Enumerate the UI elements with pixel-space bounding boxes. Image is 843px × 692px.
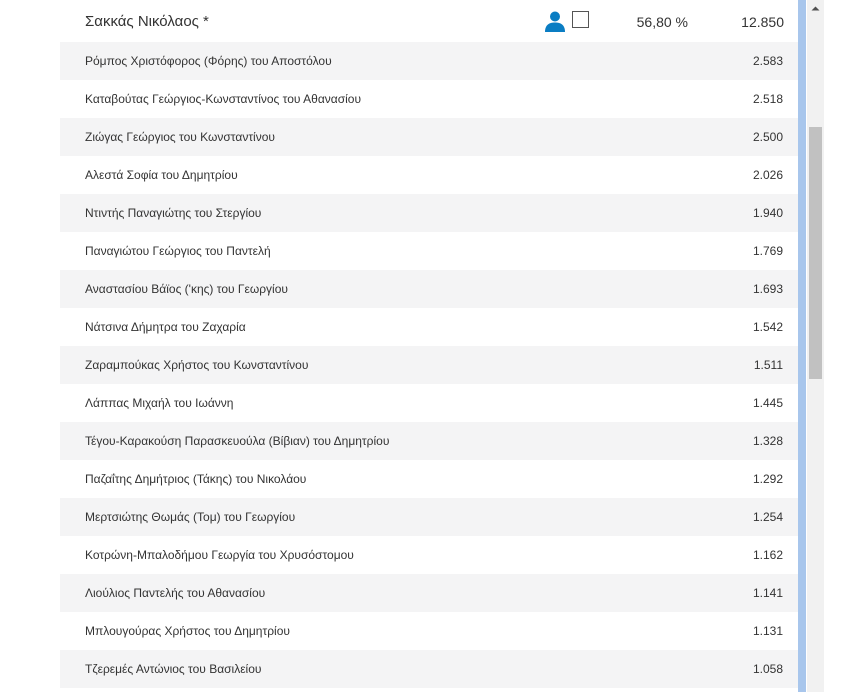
table-row: Μερτσιώτης Θωμάς (Τομ) του Γεωργίου 1.254 — [60, 498, 798, 536]
table-row: Ντιντής Παναγιώτης του Στεργίου 1.940 — [60, 194, 798, 232]
table-row: Τέγου-Καρακούση Παρασκευούλα (Βίβιαν) το… — [60, 422, 798, 460]
candidate-name: Παναγιώτου Γεώργιος του Παντελή — [85, 244, 271, 258]
accent-bar — [798, 0, 806, 692]
candidate-name: Καταβούτας Γεώργιος-Κωνσταντίνος του Αθα… — [85, 92, 362, 106]
chevron-up-icon[interactable] — [807, 0, 824, 17]
leader-votes: 12.850 — [741, 14, 784, 30]
candidate-votes: 1.769 — [752, 244, 783, 258]
table-row: Τζερεμές Αντώνιος του Βασιλείου 1.058 — [60, 650, 798, 688]
leader-name: Σακκάς Νικόλαος * — [85, 13, 209, 30]
candidate-name: Παζαΐτης Δημήτριος (Τάκης) του Νικολάου — [85, 472, 307, 486]
candidate-name: Αλεστά Σοφία του Δημητρίου — [85, 168, 238, 182]
candidate-name: Μπλουγούρας Χρήστος του Δημητρίου — [85, 624, 290, 638]
candidate-name: Λάππας Μιχαήλ του Ιωάννη — [85, 396, 234, 410]
candidate-votes: 2.026 — [752, 168, 783, 182]
candidate-votes: 1.131 — [752, 624, 783, 638]
table-row: Λιούλιος Παντελής του Αθανασίου 1.141 — [60, 574, 798, 612]
table-row: Παναγιώτου Γεώργιος του Παντελή 1.769 — [60, 232, 798, 270]
candidate-list: Ρόμπος Χριστόφορος (Φόρης) του Αποστόλου… — [60, 42, 798, 688]
candidate-votes: 1.511 — [753, 358, 783, 372]
table-row: Κοτρώνη-Μπαλοδήμου Γεωργία του Χρυσόστομ… — [60, 536, 798, 574]
candidate-votes: 1.445 — [752, 396, 783, 410]
candidate-votes: 1.254 — [752, 510, 783, 524]
candidate-name: Ρόμπος Χριστόφορος (Φόρης) του Αποστόλου — [85, 54, 332, 68]
leader-percent: 56,80 % — [636, 14, 688, 30]
table-row: Καταβούτας Γεώργιος-Κωνσταντίνος του Αθα… — [60, 80, 798, 118]
results-panel: Σακκάς Νικόλαος * 56,80 % 12.850 Ρόμπος … — [60, 0, 798, 692]
candidate-name: Τζερεμές Αντώνιος του Βασιλείου — [85, 662, 262, 676]
scrollbar[interactable] — [807, 0, 824, 692]
candidate-name: Νάτσινα Δήμητρα του Ζαχαρία — [85, 320, 246, 334]
candidate-votes: 2.518 — [752, 92, 783, 106]
table-row: Αναστασίου Βάϊος ('κης) του Γεωργίου 1.69… — [60, 270, 798, 308]
scrollbar-thumb[interactable] — [809, 127, 822, 379]
table-row: Ζαραμπούκας Χρήστος του Κωνσταντίνου 1.51… — [60, 346, 798, 384]
candidate-votes: 1.162 — [752, 548, 783, 562]
candidate-name: Τέγου-Καρακούση Παρασκευούλα (Βίβιαν) το… — [85, 434, 390, 448]
leader-row: Σακκάς Νικόλαος * 56,80 % 12.850 — [60, 0, 798, 42]
table-row: Νάτσινα Δήμητρα του Ζαχαρία 1.542 — [60, 308, 798, 346]
table-row: Ζιώγας Γεώργιος του Κωνσταντίνου 2.500 — [60, 118, 798, 156]
candidate-votes: 1.328 — [752, 434, 783, 448]
table-row: Αλεστά Σοφία του Δημητρίου 2.026 — [60, 156, 798, 194]
candidate-votes: 1.940 — [752, 206, 783, 220]
candidate-votes: 1.693 — [752, 282, 783, 296]
candidate-votes: 2.583 — [752, 54, 783, 68]
candidate-name: Ζαραμπούκας Χρήστος του Κωνσταντίνου — [85, 358, 309, 372]
table-row: Παζαΐτης Δημήτριος (Τάκης) του Νικολάου 1… — [60, 460, 798, 498]
candidate-name: Ζιώγας Γεώργιος του Κωνσταντίνου — [85, 130, 275, 144]
table-row: Λάππας Μιχαήλ του Ιωάννη 1.445 — [60, 384, 798, 422]
table-row: Ρόμπος Χριστόφορος (Φόρης) του Αποστόλου… — [60, 42, 798, 80]
candidate-votes: 2.500 — [752, 130, 783, 144]
candidate-votes: 1.141 — [752, 586, 783, 600]
candidate-votes: 1.292 — [752, 472, 783, 486]
leader-checkbox[interactable] — [572, 11, 589, 28]
candidate-name: Κοτρώνη-Μπαλοδήμου Γεωργία του Χρυσόστομ… — [85, 548, 354, 562]
table-row: Μπλουγούρας Χρήστος του Δημητρίου 1.131 — [60, 612, 798, 650]
candidate-name: Αναστασίου Βάϊος ('κης) του Γεωργίου — [85, 282, 288, 296]
candidate-name: Ντιντής Παναγιώτης του Στεργίου — [85, 206, 262, 220]
candidate-name: Μερτσιώτης Θωμάς (Τομ) του Γεωργίου — [85, 510, 296, 524]
candidate-name: Λιούλιος Παντελής του Αθανασίου — [85, 586, 266, 600]
candidate-votes: 1.058 — [752, 662, 783, 676]
candidate-votes: 1.542 — [752, 320, 783, 334]
person-icon — [545, 11, 565, 32]
